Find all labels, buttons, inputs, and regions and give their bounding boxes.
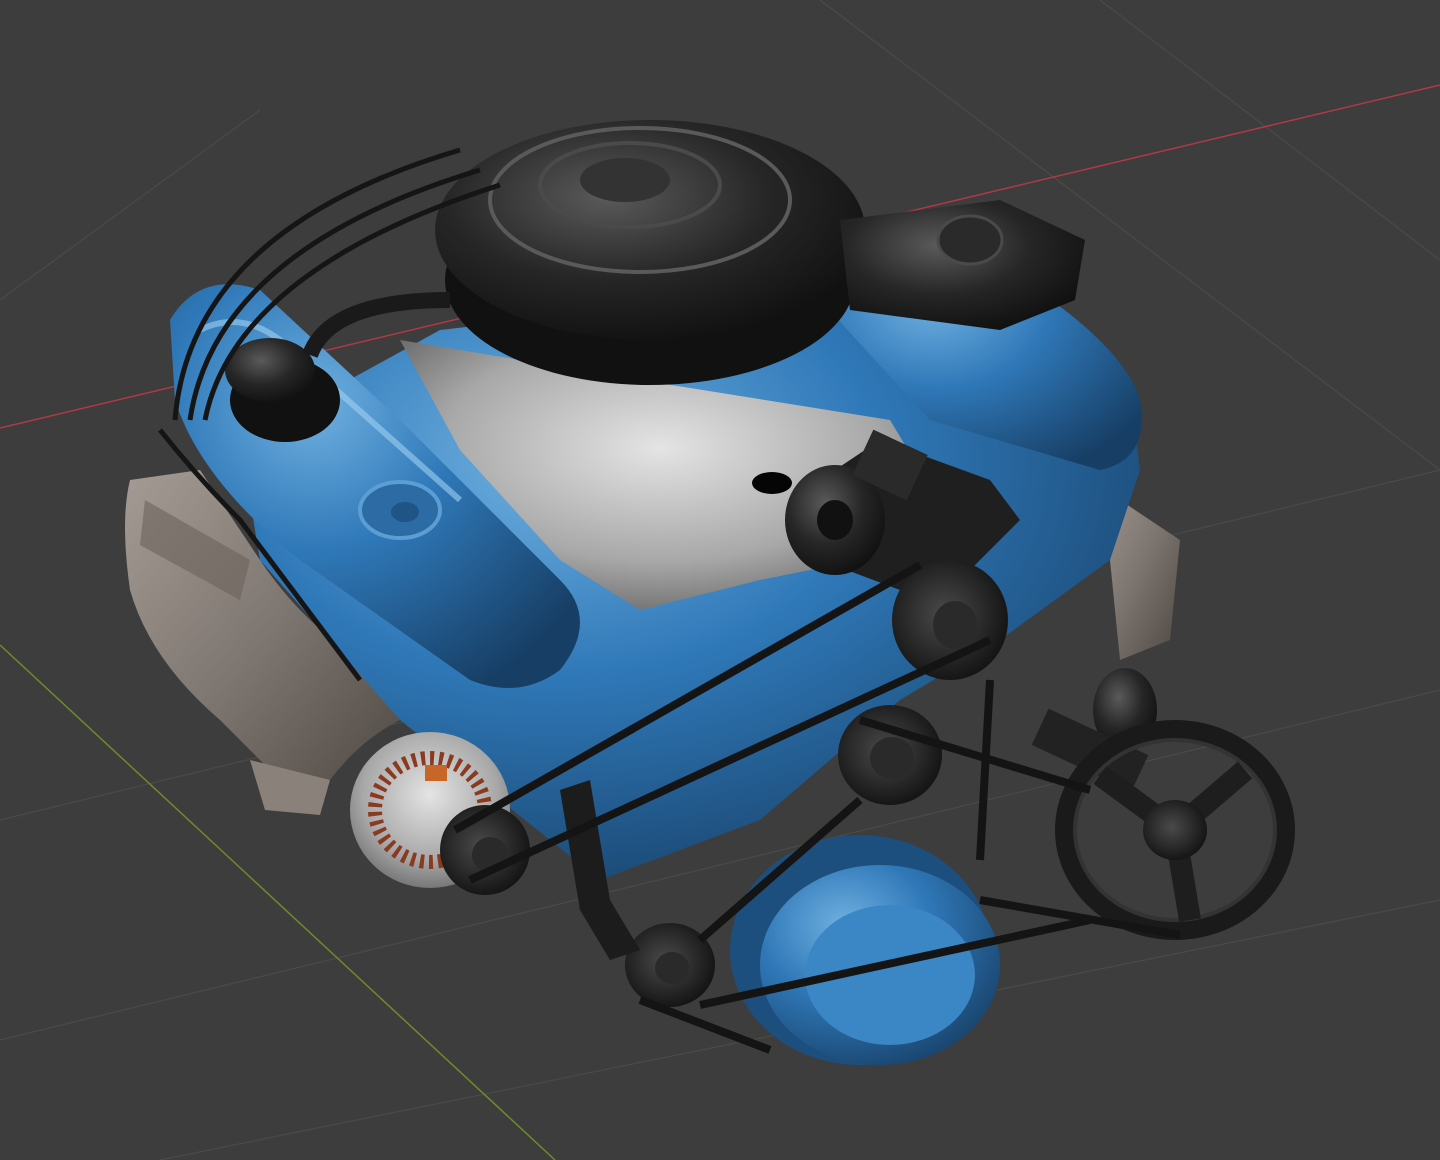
water-pump-pulley: [838, 705, 942, 805]
oil-cap-center: [391, 502, 419, 522]
snorkel-cap: [936, 214, 1004, 266]
intake-port: [752, 472, 792, 494]
viewport-canvas[interactable]: [0, 0, 1440, 1160]
alternator-pulley: [440, 805, 530, 895]
steering-pump-pulley: [1055, 720, 1295, 940]
3d-viewport[interactable]: [0, 0, 1440, 1160]
air-cleaner: [435, 120, 865, 385]
alternator-label: [425, 765, 447, 781]
